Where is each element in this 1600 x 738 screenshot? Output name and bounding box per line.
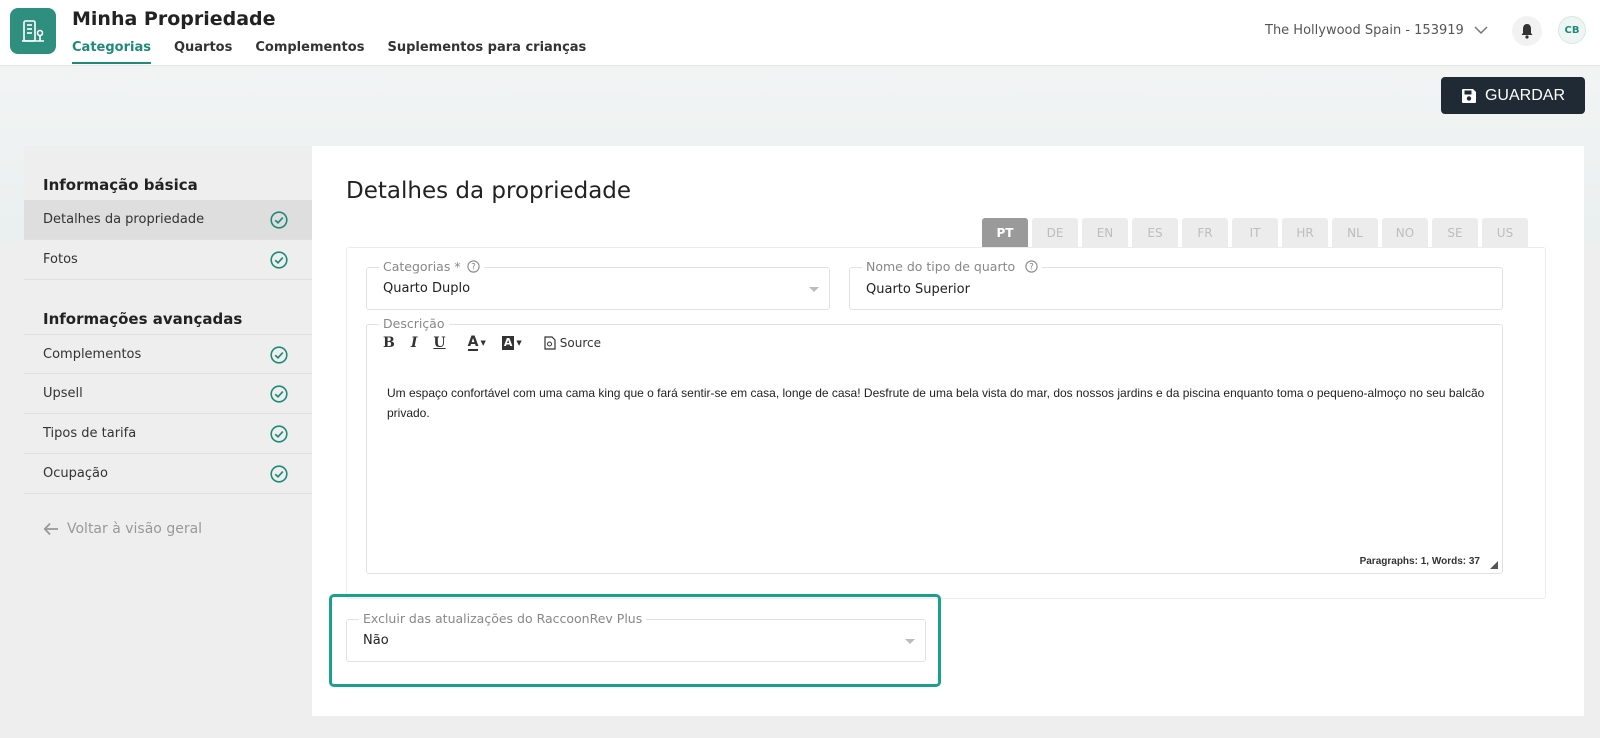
check-circle-icon xyxy=(270,211,288,229)
background-color-icon: A xyxy=(501,336,515,350)
description-label: Descrição xyxy=(379,316,449,331)
save-icon xyxy=(1461,88,1477,104)
lang-tab-se[interactable]: SE xyxy=(1432,218,1478,248)
dropdown-arrow-icon: ▼ xyxy=(480,339,486,347)
check-circle-icon xyxy=(270,346,288,364)
sidebar-item-complementos[interactable]: Complementos xyxy=(24,334,312,374)
sidebar-item-label: Upsell xyxy=(43,386,83,401)
check-circle-icon xyxy=(270,425,288,443)
caret-down-icon xyxy=(809,287,819,292)
back-to-overview-link[interactable]: Voltar à visão geral xyxy=(43,521,202,537)
source-icon xyxy=(544,336,556,350)
lang-tab-hr[interactable]: HR xyxy=(1282,218,1328,248)
word-count: Paragraphs: 1, Words: 37 xyxy=(1359,556,1480,567)
italic-button[interactable]: I xyxy=(411,335,418,351)
exclude-updates-label: Excluir das atualizações do RaccoonRev P… xyxy=(359,611,647,626)
language-tabs: PT DE EN ES FR IT HR NL NO SE US xyxy=(982,218,1528,248)
sidebar-item-label: Complementos xyxy=(43,346,142,362)
exclude-updates-select[interactable]: Excluir das atualizações do RaccoonRev P… xyxy=(346,611,926,662)
lang-tab-fr[interactable]: FR xyxy=(1182,218,1228,248)
text-color-button[interactable]: A ▼ xyxy=(467,333,486,351)
editor-toolbar: B I U A ▼ A ▼ Source xyxy=(383,333,601,352)
lang-tab-it[interactable]: IT xyxy=(1232,218,1278,248)
main-tabs: Categorias Quartos Complementos Suplemen… xyxy=(72,40,586,64)
source-label: Source xyxy=(559,336,601,350)
app-title: Minha Propriedade xyxy=(72,8,276,30)
section-title-basic: Informação básica xyxy=(43,176,198,194)
sidebar-item-label: Fotos xyxy=(43,252,78,267)
property-selector[interactable]: The Hollywood Spain - 153919 xyxy=(1265,23,1488,38)
details-form: Categorias * ? Quarto Duplo Nome do tipo… xyxy=(346,247,1546,599)
category-value: Quarto Duplo xyxy=(383,281,471,296)
room-type-name-value: Quarto Superior xyxy=(866,282,970,297)
sidebar-item-upsell[interactable]: Upsell xyxy=(24,374,312,414)
room-type-name-label: Nome do tipo de quarto ? xyxy=(862,259,1043,274)
source-button[interactable]: Source xyxy=(544,336,601,350)
description-text[interactable]: Um espaço confortável com uma cama king … xyxy=(387,383,1487,423)
sidebar: Informação básica Detalhes da propriedad… xyxy=(24,146,312,716)
tab-complementos[interactable]: Complementos xyxy=(255,40,364,64)
sidebar-item-property-details[interactable]: Detalhes da propriedade xyxy=(24,200,312,240)
description-editor: Descrição B I U A ▼ A ▼ Source Um espaço… xyxy=(366,316,1503,574)
check-circle-icon xyxy=(270,251,288,269)
check-circle-icon xyxy=(270,465,288,483)
bold-button[interactable]: B xyxy=(383,335,395,351)
tab-suplementos[interactable]: Suplementos para crianças xyxy=(387,40,586,64)
save-button[interactable]: GUARDAR xyxy=(1441,77,1585,114)
sidebar-item-label: Tipos de tarifa xyxy=(43,426,137,441)
arrow-left-icon xyxy=(43,522,59,536)
lang-tab-en[interactable]: EN xyxy=(1082,218,1128,248)
help-icon[interactable]: ? xyxy=(466,260,480,273)
caret-down-icon xyxy=(905,639,915,644)
save-button-label: GUARDAR xyxy=(1484,86,1565,104)
category-select[interactable]: Categorias * ? Quarto Duplo xyxy=(366,259,830,310)
lang-tab-no[interactable]: NO xyxy=(1382,218,1428,248)
sidebar-item-rate-types[interactable]: Tipos de tarifa xyxy=(24,414,312,454)
back-link-label: Voltar à visão geral xyxy=(67,521,203,537)
top-bar: Minha Propriedade Categorias Quartos Com… xyxy=(0,0,1600,66)
tab-categorias[interactable]: Categorias xyxy=(72,40,151,64)
background-color-button[interactable]: A ▼ xyxy=(501,336,522,350)
check-circle-icon xyxy=(270,385,288,403)
page-title: Detalhes da propriedade xyxy=(346,178,632,204)
property-selector-label: The Hollywood Spain - 153919 xyxy=(1265,23,1464,38)
svg-text:?: ? xyxy=(1029,263,1034,273)
chevron-down-icon xyxy=(1474,26,1488,35)
category-label: Categorias * ? xyxy=(379,259,484,274)
underline-button[interactable]: U xyxy=(433,335,445,351)
lang-tab-us[interactable]: US xyxy=(1482,218,1528,248)
category-label-text: Categorias * xyxy=(383,259,461,274)
main-card: Detalhes da propriedade PT DE EN ES FR I… xyxy=(312,146,1584,716)
building-icon[interactable] xyxy=(10,8,56,54)
bell-icon xyxy=(1520,23,1534,39)
text-color-icon: A xyxy=(467,333,479,351)
lang-tab-nl[interactable]: NL xyxy=(1332,218,1378,248)
dropdown-arrow-icon: ▼ xyxy=(516,339,522,347)
svg-text:?: ? xyxy=(471,263,476,273)
exclude-updates-value: Não xyxy=(363,633,389,648)
notifications-button[interactable] xyxy=(1512,16,1542,46)
lang-tab-pt[interactable]: PT xyxy=(982,218,1028,248)
help-icon[interactable]: ? xyxy=(1025,260,1038,273)
sidebar-item-occupancy[interactable]: Ocupação xyxy=(24,454,312,494)
resize-handle[interactable] xyxy=(1490,561,1498,569)
avatar[interactable]: CB xyxy=(1558,16,1586,44)
tab-quartos[interactable]: Quartos xyxy=(174,40,232,64)
sidebar-item-photos[interactable]: Fotos xyxy=(24,240,312,280)
lang-tab-de[interactable]: DE xyxy=(1032,218,1078,248)
lang-tab-es[interactable]: ES xyxy=(1132,218,1178,248)
room-type-name-field[interactable]: Nome do tipo de quarto ? Quarto Superior xyxy=(849,259,1503,310)
sidebar-item-label: Ocupação xyxy=(43,466,108,481)
section-title-advanced: Informações avançadas xyxy=(43,310,243,328)
room-type-name-label-text: Nome do tipo de quarto xyxy=(866,259,1016,274)
sidebar-item-label: Detalhes da propriedade xyxy=(43,212,205,227)
